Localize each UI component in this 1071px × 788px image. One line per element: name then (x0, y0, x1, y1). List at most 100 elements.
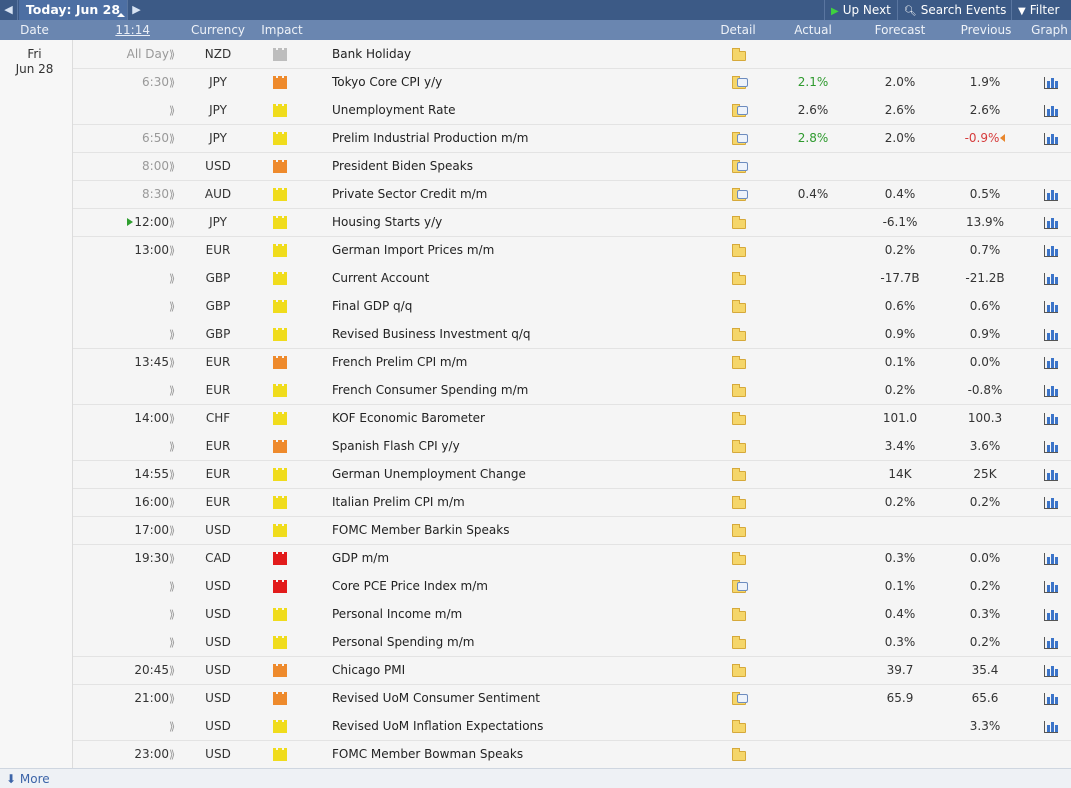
alert-bell-icon[interactable]: ⟫ (169, 97, 183, 124)
bar-chart-icon[interactable] (1043, 405, 1059, 432)
up-next-button[interactable]: ▶ Up Next (824, 0, 897, 20)
alert-bell-icon[interactable]: ⟫ (169, 153, 183, 180)
impact-icon[interactable] (273, 237, 289, 264)
event-title[interactable]: GDP m/m (332, 545, 712, 572)
event-title[interactable]: French Consumer Spending m/m (332, 377, 712, 404)
today-date-button[interactable]: Today: Jun 28 (19, 0, 127, 20)
alert-bell-icon[interactable]: ⟫ (169, 713, 183, 740)
folder-icon[interactable] (731, 377, 747, 404)
event-title[interactable]: Revised UoM Consumer Sentiment (332, 685, 712, 712)
header-current-time[interactable]: 11:14 (90, 20, 150, 40)
event-title[interactable]: Prelim Industrial Production m/m (332, 125, 712, 152)
table-row[interactable]: ⟫ EUR Spanish Flash CPI y/y 3.4% 3.6% (73, 432, 1071, 460)
alert-bell-icon[interactable]: ⟫ (169, 69, 183, 96)
event-title[interactable]: Tokyo Core CPI y/y (332, 69, 712, 96)
event-title[interactable]: Current Account (332, 265, 712, 292)
table-row[interactable]: 14:55 ⟫ EUR German Unemployment Change 14K 25… (73, 460, 1071, 488)
previous-day-arrow-icon[interactable]: ◀ (0, 0, 18, 20)
folder-icon[interactable] (731, 405, 747, 432)
folder-icon[interactable] (731, 237, 747, 264)
bar-chart-icon[interactable] (1043, 657, 1059, 684)
alert-bell-icon[interactable]: ⟫ (169, 41, 183, 68)
impact-icon[interactable] (273, 601, 289, 628)
folder-report-icon[interactable] (731, 153, 748, 180)
table-row[interactable]: 20:45 ⟫ USD Chicago PMI 39.7 35.4 (73, 656, 1071, 684)
folder-report-icon[interactable] (731, 181, 748, 208)
event-title[interactable]: French Prelim CPI m/m (332, 349, 712, 376)
event-title[interactable]: Private Sector Credit m/m (332, 181, 712, 208)
event-title[interactable]: Core PCE Price Index m/m (332, 573, 712, 600)
search-events-button[interactable]: 🔍︎ Search Events (897, 0, 1011, 20)
impact-icon[interactable] (273, 517, 289, 544)
table-row[interactable]: All Day ⟫ NZD Bank Holiday (73, 40, 1071, 68)
bar-chart-icon[interactable] (1043, 209, 1059, 236)
alert-bell-icon[interactable]: ⟫ (169, 545, 183, 572)
alert-bell-icon[interactable]: ⟫ (169, 125, 183, 152)
table-row[interactable]: ⟫ USD Revised UoM Inflation Expectations 3.… (73, 712, 1071, 740)
bar-chart-icon[interactable] (1043, 685, 1059, 712)
bar-chart-icon[interactable] (1043, 545, 1059, 572)
impact-icon[interactable] (273, 349, 289, 376)
alert-bell-icon[interactable]: ⟫ (169, 405, 183, 432)
bar-chart-icon[interactable] (1043, 433, 1059, 460)
folder-icon[interactable] (731, 489, 747, 516)
folder-icon[interactable] (731, 265, 747, 292)
table-row[interactable]: 16:00 ⟫ EUR Italian Prelim CPI m/m 0.2% 0.2% (73, 488, 1071, 516)
bar-chart-icon[interactable] (1043, 237, 1059, 264)
folder-icon[interactable] (731, 293, 747, 320)
bar-chart-icon[interactable] (1043, 629, 1059, 656)
table-row[interactable]: 6:50 ⟫ JPY Prelim Industrial Production m/m… (73, 124, 1071, 152)
alert-bell-icon[interactable]: ⟫ (169, 433, 183, 460)
alert-bell-icon[interactable]: ⟫ (169, 321, 183, 348)
impact-icon[interactable] (273, 573, 289, 600)
bar-chart-icon[interactable] (1043, 573, 1059, 600)
revised-marker-icon[interactable] (1000, 134, 1006, 142)
event-title[interactable]: German Import Prices m/m (332, 237, 712, 264)
event-title[interactable]: FOMC Member Bowman Speaks (332, 741, 712, 768)
bar-chart-icon[interactable] (1043, 601, 1059, 628)
event-title[interactable]: German Unemployment Change (332, 461, 712, 488)
alert-bell-icon[interactable]: ⟫ (169, 265, 183, 292)
table-row[interactable]: ⟫ USD Personal Income m/m 0.4% 0.3% (73, 600, 1071, 628)
folder-icon[interactable] (731, 209, 747, 236)
table-row[interactable]: 13:00 ⟫ EUR German Import Prices m/m 0.2% 0.7… (73, 236, 1071, 264)
event-title[interactable]: Housing Starts y/y (332, 209, 712, 236)
table-row[interactable]: ⟫ JPY Unemployment Rate 2.6% 2.6% 2.6% (73, 96, 1071, 124)
impact-icon[interactable] (273, 181, 289, 208)
folder-icon[interactable] (731, 601, 747, 628)
impact-icon[interactable] (273, 153, 289, 180)
impact-icon[interactable] (273, 545, 289, 572)
table-row[interactable]: 17:00 ⟫ USD FOMC Member Barkin Speaks (73, 516, 1071, 544)
table-row[interactable]: 13:45 ⟫ EUR French Prelim CPI m/m 0.1% 0.0% (73, 348, 1071, 376)
folder-icon[interactable] (731, 629, 747, 656)
bar-chart-icon[interactable] (1043, 293, 1059, 320)
bar-chart-icon[interactable] (1043, 489, 1059, 516)
table-row[interactable]: 14:00 ⟫ CHF KOF Economic Barometer 101.0 100.… (73, 404, 1071, 432)
impact-icon[interactable] (273, 629, 289, 656)
impact-icon[interactable] (273, 41, 289, 68)
folder-report-icon[interactable] (731, 97, 748, 124)
bar-chart-icon[interactable] (1043, 125, 1059, 152)
impact-icon[interactable] (273, 713, 289, 740)
alert-bell-icon[interactable]: ⟫ (169, 181, 183, 208)
impact-icon[interactable] (273, 321, 289, 348)
alert-bell-icon[interactable]: ⟫ (169, 629, 183, 656)
event-title[interactable]: President Biden Speaks (332, 153, 712, 180)
table-row[interactable]: ⟫ GBP Final GDP q/q 0.6% 0.6% (73, 292, 1071, 320)
event-title[interactable]: Spanish Flash CPI y/y (332, 433, 712, 460)
impact-icon[interactable] (273, 97, 289, 124)
alert-bell-icon[interactable]: ⟫ (169, 489, 183, 516)
event-title[interactable]: Revised UoM Inflation Expectations (332, 713, 712, 740)
bar-chart-icon[interactable] (1043, 69, 1059, 96)
bar-chart-icon[interactable] (1043, 377, 1059, 404)
folder-report-icon[interactable] (731, 125, 748, 152)
event-title[interactable]: Chicago PMI (332, 657, 712, 684)
next-day-arrow-icon[interactable]: ▶ (127, 0, 145, 20)
impact-icon[interactable] (273, 657, 289, 684)
folder-icon[interactable] (731, 517, 747, 544)
impact-icon[interactable] (273, 377, 289, 404)
alert-bell-icon[interactable]: ⟫ (169, 601, 183, 628)
bar-chart-icon[interactable] (1043, 461, 1059, 488)
alert-bell-icon[interactable]: ⟫ (169, 741, 183, 768)
impact-icon[interactable] (273, 433, 289, 460)
